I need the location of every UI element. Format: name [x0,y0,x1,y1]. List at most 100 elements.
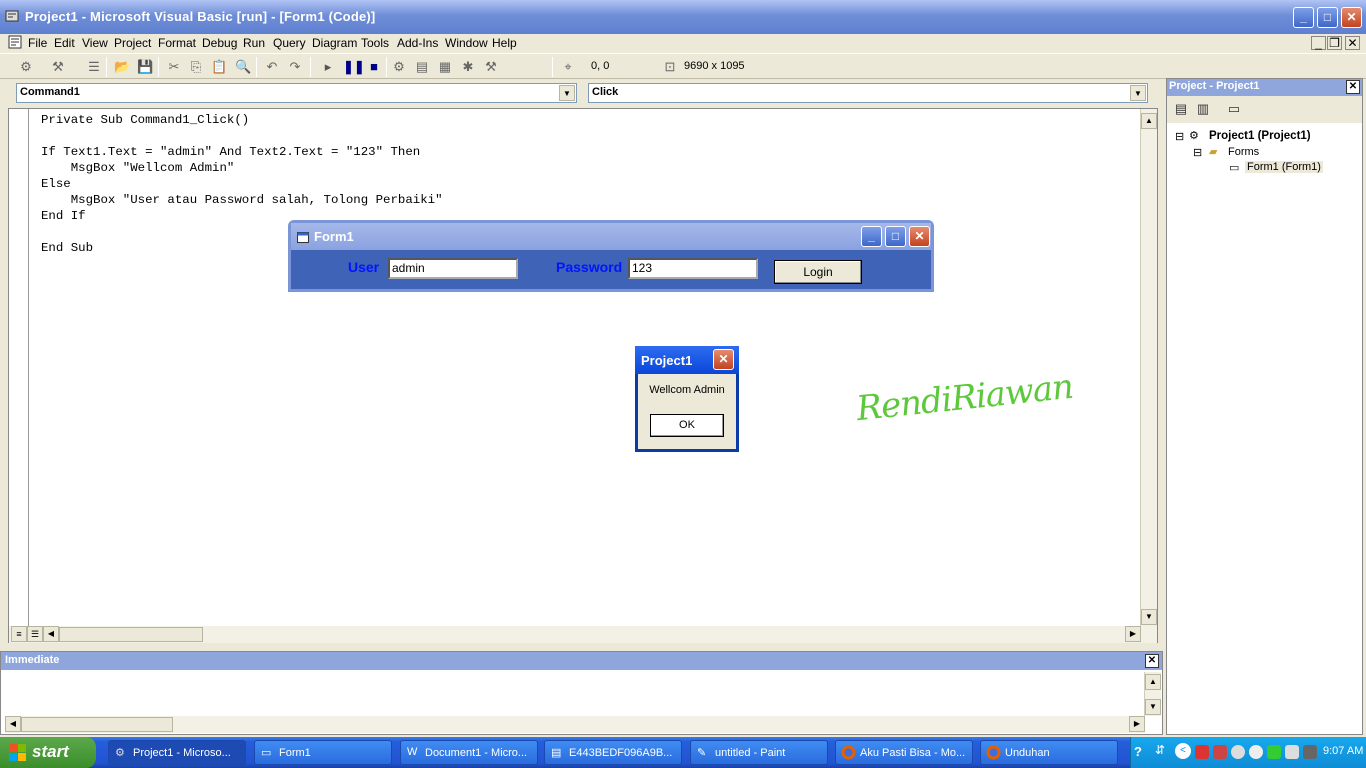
network-icon[interactable] [1303,745,1317,759]
tree-forms-folder[interactable]: Forms [1228,146,1259,158]
menu-debug[interactable]: Debug [202,36,237,50]
task-paint[interactable]: ✎ untitled - Paint [690,740,828,765]
menu-project[interactable]: Project [114,36,151,50]
tree-project-root[interactable]: Project1 (Project1) [1209,130,1311,142]
menu-tools[interactable]: Tools [361,36,389,50]
code-vscrollbar[interactable]: ▲ ▼ [1140,109,1157,626]
save-project-icon[interactable]: 💾 [137,59,153,75]
tree-form1-item[interactable]: Form1 (Form1) [1245,161,1323,173]
tray-app-icon[interactable] [1267,745,1281,759]
menu-window[interactable]: Window [445,36,488,50]
menu-addins[interactable]: Add-Ins [397,36,438,50]
immediate-vscrollbar[interactable]: ▲ ▼ [1144,672,1161,716]
code-hscrollbar[interactable]: ≡ ☰ ◀ ▶ [9,626,1157,643]
break-icon[interactable]: ❚❚ [343,59,365,75]
immediate-titlebar[interactable]: Immediate ✕ [1,652,1162,670]
tree-expander-icon[interactable]: ⊟ [1193,146,1202,159]
signal-icon[interactable]: ⇵ [1155,743,1165,757]
password-input[interactable]: 123 [628,258,758,279]
hscroll-thumb[interactable] [59,627,203,642]
procedure-combo[interactable]: Click ▼ [588,83,1148,103]
tray-app-icon[interactable] [1249,745,1263,759]
menu-query[interactable]: Query [273,36,306,50]
form1-window[interactable]: Form1 _ □ ✕ User admin Password 123 Logi… [288,220,934,292]
find-icon[interactable]: 🔍 [235,59,251,75]
project-explorer-title[interactable]: Project - Project1 ✕ [1167,79,1362,96]
object-browser-icon[interactable]: ✱ [460,59,476,75]
undo-icon[interactable]: ↶ [264,59,280,75]
properties-window-icon[interactable]: ▤ [414,59,430,75]
mdi-restore-button[interactable]: ❐ [1327,36,1342,50]
scroll-right-icon[interactable]: ▶ [1125,626,1141,642]
end-icon[interactable]: ■ [366,59,382,75]
form1-maximize-button[interactable]: □ [885,226,906,247]
tray-app-icon[interactable] [1195,745,1209,759]
task-firefox-unduhan[interactable]: Unduhan [980,740,1118,765]
scroll-down-icon[interactable]: ▼ [1145,699,1161,715]
scroll-left-icon[interactable]: ◀ [5,716,21,732]
task-form1[interactable]: ▭ Form1 [254,740,392,765]
menu-help[interactable]: Help [492,36,517,50]
procedure-view-icon[interactable]: ≡ [11,626,27,642]
tray-app-icon[interactable] [1213,745,1227,759]
scroll-left-icon[interactable]: ◀ [43,626,59,642]
project-explorer-close-button[interactable]: ✕ [1346,80,1360,94]
tray-app-icon[interactable] [1231,745,1245,759]
msgbox-dialog[interactable]: Project1 ✕ Wellcom Admin OK [635,346,739,452]
mdi-minimize-button[interactable]: _ [1311,36,1326,50]
view-object-icon[interactable]: ▥ [1195,101,1211,117]
chevron-down-icon[interactable]: ▼ [1130,85,1146,101]
maximize-button[interactable]: □ [1317,7,1338,28]
close-button[interactable]: ✕ [1341,7,1362,28]
help-icon[interactable]: ? [1134,744,1142,759]
toggle-folders-icon[interactable]: ▭ [1226,101,1242,117]
form1-close-button[interactable]: ✕ [909,226,930,247]
tree-expander-icon[interactable]: ⊟ [1175,130,1184,143]
redo-icon[interactable]: ↷ [287,59,303,75]
paste-icon[interactable]: 📋 [211,59,227,75]
menu-file[interactable]: File [28,36,47,50]
form1-minimize-button[interactable]: _ [861,226,882,247]
menu-edit[interactable]: Edit [54,36,75,50]
hscroll-thumb[interactable] [21,717,173,732]
form-layout-icon[interactable]: ▦ [437,59,453,75]
scroll-right-icon[interactable]: ▶ [1129,716,1145,732]
add-project-icon[interactable]: ⚙ [18,59,34,75]
add-form-icon[interactable]: ⚒ [50,59,66,75]
task-e443[interactable]: ▤ E443BEDF096A9B... [544,740,682,765]
menu-editor-icon[interactable]: ☰ [86,59,102,75]
object-combo[interactable]: Command1 ▼ [16,83,577,103]
tray-app-icon[interactable] [1285,745,1299,759]
scroll-down-icon[interactable]: ▼ [1141,609,1157,625]
show-hidden-icons-icon[interactable]: < [1175,743,1191,759]
mdi-close-button[interactable]: ✕ [1345,36,1360,50]
task-document1[interactable]: W Document1 - Micro... [400,740,538,765]
full-module-view-icon[interactable]: ☰ [27,626,43,642]
login-button[interactable]: Login [774,260,862,284]
menu-diagram[interactable]: Diagram [312,36,357,50]
toolbox-icon[interactable]: ⚒ [483,59,499,75]
user-input[interactable]: admin [388,258,518,279]
immediate-window[interactable]: Immediate ✕ ▲ ▼ ◀ ▶ [0,651,1163,735]
form1-titlebar[interactable]: Form1 _ □ ✕ [291,223,931,250]
menu-run[interactable]: Run [243,36,265,50]
msgbox-close-button[interactable]: ✕ [713,349,734,370]
start-icon[interactable]: ▸ [320,59,336,75]
copy-icon[interactable]: ⎘ [188,59,204,75]
immediate-close-button[interactable]: ✕ [1145,654,1159,668]
menu-format[interactable]: Format [158,36,196,50]
view-code-icon[interactable]: ▤ [1173,101,1189,117]
main-titlebar[interactable]: Project1 - Microsoft Visual Basic [run] … [0,0,1366,34]
start-button[interactable]: start [0,737,96,768]
scroll-up-icon[interactable]: ▲ [1145,674,1161,690]
cut-icon[interactable]: ✂ [166,59,182,75]
menu-view[interactable]: View [82,36,108,50]
task-project1[interactable]: ⚙ Project1 - Microso... [108,740,246,765]
task-firefox-akupasti[interactable]: Aku Pasti Bisa - Mo... [835,740,973,765]
msgbox-titlebar[interactable]: Project1 ✕ [635,346,739,374]
open-project-icon[interactable]: 📂 [114,59,130,75]
minimize-button[interactable]: _ [1293,7,1314,28]
project-explorer-icon[interactable]: ⚙ [391,59,407,75]
scroll-up-icon[interactable]: ▲ [1141,113,1157,129]
ok-button[interactable]: OK [650,414,724,437]
